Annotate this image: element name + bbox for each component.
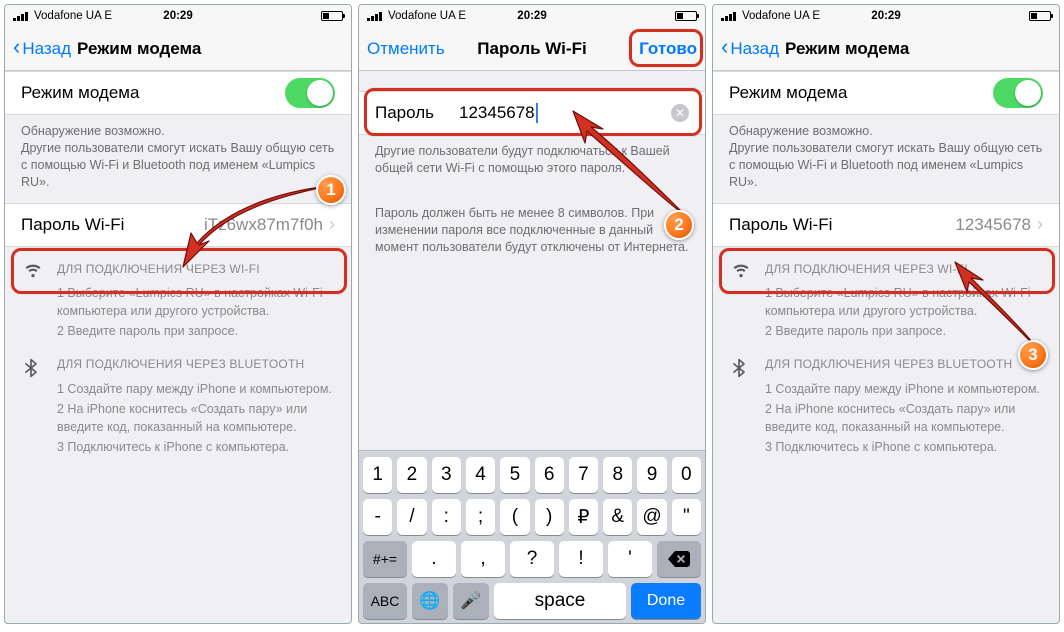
signal-icon: [721, 11, 736, 21]
password-field-row[interactable]: Пароль 12345678 ✕: [359, 91, 705, 135]
key-char[interactable]: ₽: [569, 499, 598, 535]
nav-title: Режим модема: [77, 39, 201, 59]
wifi-icon: [21, 257, 45, 343]
key-char[interactable]: /: [397, 499, 426, 535]
key-char[interactable]: (: [500, 499, 529, 535]
wifi-password-value: iTz6wx87m7f0h: [204, 215, 323, 235]
battery-icon: [321, 11, 343, 21]
key-char[interactable]: 6: [535, 457, 564, 493]
wifi-instructions: ДЛЯ ПОДКЛЮЧЕНИЯ ЧЕРЕЗ WI-FI 1 Выберите «…: [5, 247, 351, 343]
key-alt-symbols[interactable]: #+=: [363, 541, 407, 577]
key-char[interactable]: ": [672, 499, 701, 535]
key-char[interactable]: ?: [510, 541, 554, 577]
carrier-label: Vodafone UA E: [34, 5, 112, 27]
keyboard-row-1: 1234567890: [363, 457, 701, 493]
password-label: Пароль: [375, 103, 459, 123]
wifi-instructions: ДЛЯ ПОДКЛЮЧЕНИЯ ЧЕРЕЗ WI-FI 1 Выберите «…: [713, 247, 1059, 343]
key-char[interactable]: 3: [432, 457, 461, 493]
discoverability-footer: Обнаружение возможно. Другие пользовател…: [713, 115, 1059, 203]
status-time: 20:29: [517, 5, 546, 27]
wifi-password-row[interactable]: Пароль Wi-Fi 12345678 ›: [713, 203, 1059, 247]
toggle-label: Режим модема: [21, 83, 139, 103]
key-backspace[interactable]: [657, 541, 701, 577]
signal-icon: [13, 11, 28, 21]
key-char[interactable]: ': [608, 541, 652, 577]
key-char[interactable]: &: [603, 499, 632, 535]
wifi-icon: [729, 257, 753, 343]
key-char[interactable]: -: [363, 499, 392, 535]
key-char[interactable]: ,: [461, 541, 505, 577]
battery-icon: [1029, 11, 1051, 21]
back-button[interactable]: ‹ Назад: [13, 39, 71, 59]
bluetooth-icon: [729, 352, 753, 458]
status-time: 20:29: [163, 5, 192, 27]
toggle-label: Режим модема: [729, 83, 847, 103]
signal-icon: [367, 11, 382, 21]
key-abc[interactable]: ABC: [363, 583, 407, 619]
key-char[interactable]: 2: [397, 457, 426, 493]
key-char[interactable]: @: [637, 499, 666, 535]
chevron-left-icon: ‹: [721, 36, 728, 58]
screen-3: Vodafone UA E 20:29 ‹ Назад Режим модема…: [712, 4, 1060, 624]
hotspot-toggle-row[interactable]: Режим модема: [5, 71, 351, 115]
screen-2: Vodafone UA E 20:29 Отменить Пароль Wi-F…: [358, 4, 706, 624]
back-label: Назад: [730, 39, 779, 59]
toggle-switch[interactable]: [285, 78, 335, 108]
keyboard-row-2: -/:;()₽&@": [363, 499, 701, 535]
clear-icon[interactable]: ✕: [671, 104, 689, 122]
back-button[interactable]: ‹ Назад: [721, 39, 779, 59]
back-label: Назад: [22, 39, 71, 59]
hotspot-toggle-row[interactable]: Режим модема: [713, 71, 1059, 115]
keyboard[interactable]: 1234567890 -/:;()₽&@" #+= . , ? ! ' ABC …: [359, 450, 705, 623]
status-bar: Vodafone UA E 20:29: [5, 5, 351, 27]
keyboard-row-bottom: ABC 🌐 🎤 space Done: [363, 583, 701, 619]
chevron-right-icon: ›: [1037, 214, 1043, 235]
screen-1: Vodafone UA E 20:29 ‹ Назад Режим модема…: [4, 4, 352, 624]
toggle-switch[interactable]: [993, 78, 1043, 108]
nav-bar: ‹ Назад Режим модема: [5, 27, 351, 71]
discoverability-footer: Обнаружение возможно. Другие пользовател…: [5, 115, 351, 203]
status-bar: Vodafone UA E 20:29: [359, 5, 705, 27]
status-bar: Vodafone UA E 20:29: [713, 5, 1059, 27]
status-time: 20:29: [871, 5, 900, 27]
key-char[interactable]: !: [559, 541, 603, 577]
key-space[interactable]: space: [494, 583, 626, 619]
done-button[interactable]: Готово: [639, 39, 697, 59]
nav-bar: Отменить Пароль Wi-Fi Готово: [359, 27, 705, 71]
key-char[interactable]: 7: [569, 457, 598, 493]
carrier-label: Vodafone UA E: [742, 5, 820, 27]
key-char[interactable]: ;: [466, 499, 495, 535]
chevron-right-icon: ›: [329, 214, 335, 235]
key-char[interactable]: 1: [363, 457, 392, 493]
wifi-password-label: Пароль Wi-Fi: [21, 215, 124, 235]
nav-title: Режим модема: [785, 39, 909, 59]
nav-bar: ‹ Назад Режим модема: [713, 27, 1059, 71]
key-mic-icon[interactable]: 🎤: [453, 583, 489, 619]
password-input[interactable]: 12345678: [459, 103, 671, 124]
cancel-button[interactable]: Отменить: [367, 39, 445, 59]
bluetooth-icon: [21, 352, 45, 458]
key-char[interactable]: 9: [637, 457, 666, 493]
wifi-password-label: Пароль Wi-Fi: [729, 215, 832, 235]
carrier-label: Vodafone UA E: [388, 5, 466, 27]
key-globe-icon[interactable]: 🌐: [412, 583, 448, 619]
battery-icon: [675, 11, 697, 21]
key-char[interactable]: 0: [672, 457, 701, 493]
wifi-password-value: 12345678: [955, 215, 1031, 235]
key-char[interactable]: :: [432, 499, 461, 535]
chevron-left-icon: ‹: [13, 36, 20, 58]
password-help-2: Пароль должен быть не менее 8 символов. …: [359, 189, 705, 268]
key-char[interactable]: ): [535, 499, 564, 535]
keyboard-row-3: #+= . , ? ! ': [363, 541, 701, 577]
key-char[interactable]: 5: [500, 457, 529, 493]
key-char[interactable]: 4: [466, 457, 495, 493]
password-help-1: Другие пользователи будут подключаться к…: [359, 135, 705, 189]
bluetooth-instructions: ДЛЯ ПОДКЛЮЧЕНИЯ ЧЕРЕЗ BLUETOOTH 1 Создай…: [5, 342, 351, 458]
key-char[interactable]: 8: [603, 457, 632, 493]
wifi-password-row[interactable]: Пароль Wi-Fi iTz6wx87m7f0h ›: [5, 203, 351, 247]
key-char[interactable]: .: [412, 541, 456, 577]
key-done[interactable]: Done: [631, 583, 701, 619]
bluetooth-instructions: ДЛЯ ПОДКЛЮЧЕНИЯ ЧЕРЕЗ BLUETOOTH 1 Создай…: [713, 342, 1059, 458]
